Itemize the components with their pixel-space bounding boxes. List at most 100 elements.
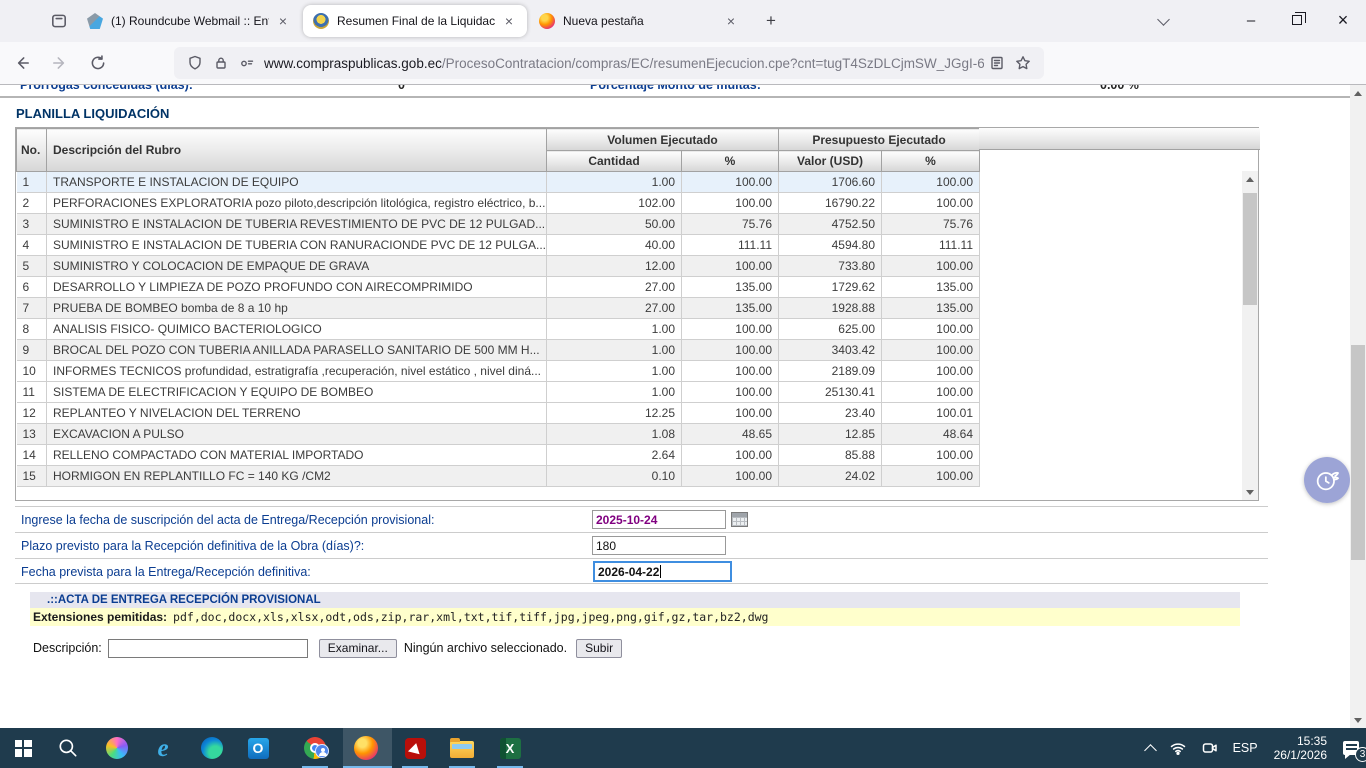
tab-roundcube-webmail[interactable]: (1) Roundcube Webmail :: Entra ×: [77, 5, 301, 37]
cell-no: 4: [17, 235, 47, 256]
column-header-valor: Valor (USD): [779, 151, 882, 172]
tab-resumen-liquidacion[interactable]: Resumen Final de la Liquidación ×: [303, 5, 527, 37]
cell-descripcion: REPLANTEO Y NIVELACION DEL TERRENO: [47, 403, 547, 424]
scroll-up-icon[interactable]: [1242, 171, 1258, 187]
cell-cantidad: 1.00: [547, 382, 682, 403]
subir-button[interactable]: Subir: [576, 639, 622, 658]
tab-nueva-pestana[interactable]: Nueva pestaña ×: [529, 5, 749, 37]
roundcube-icon: [87, 13, 103, 29]
examinar-button[interactable]: Examinar...: [319, 639, 397, 658]
table-row[interactable]: 7 PRUEBA DE BOMBEO bomba de 8 a 10 hp 27…: [17, 298, 980, 319]
tray-clock[interactable]: 15:35 26/1/2026: [1265, 734, 1336, 762]
tray-meet-now-button[interactable]: [1194, 728, 1226, 768]
fecha-definitiva-input[interactable]: 2026-04-22: [593, 561, 732, 582]
taskbar-file-explorer-button[interactable]: [442, 728, 482, 768]
planilla-table: No. Descripción del Rubro Volumen Ejecut…: [15, 127, 1259, 501]
cell-presupuesto-pct: 111.11: [882, 235, 980, 256]
table-row[interactable]: 11 SISTEMA DE ELECTRIFICACION Y EQUIPO D…: [17, 382, 980, 403]
taskbar-copilot-button[interactable]: [97, 728, 137, 768]
reader-mode-icon[interactable]: [984, 51, 1010, 75]
cell-valor-usd: 1706.60: [779, 172, 882, 193]
close-button[interactable]: ×: [1320, 0, 1366, 40]
internet-explorer-icon: e: [157, 736, 168, 761]
reload-button[interactable]: [82, 47, 114, 79]
table-row[interactable]: 5 SUMINISTRO Y COLOCACION DE EMPAQUE DE …: [17, 256, 980, 277]
notification-count-badge: 3: [1355, 747, 1366, 762]
form-row-plazo: Plazo previsto para la Recepción definit…: [15, 532, 1268, 558]
cell-presupuesto-pct: 100.00: [882, 193, 980, 214]
taskbar-acrobat-button[interactable]: [395, 728, 435, 768]
tray-language-indicator[interactable]: ESP: [1226, 728, 1265, 768]
table-row[interactable]: 6 DESARROLLO Y LIMPIEZA DE POZO PROFUNDO…: [17, 277, 980, 298]
calendar-icon[interactable]: [731, 512, 748, 527]
table-row[interactable]: 4 SUMINISTRO E INSTALACION DE TUBERIA CO…: [17, 235, 980, 256]
taskbar-edge-button[interactable]: [192, 728, 232, 768]
restore-icon: [1292, 15, 1302, 25]
floating-clock-widget[interactable]: [1304, 457, 1350, 503]
cell-volumen-pct: 48.65: [682, 424, 779, 445]
descripcion-input[interactable]: [108, 639, 308, 658]
cell-cantidad: 27.00: [547, 277, 682, 298]
forward-button[interactable]: [44, 47, 76, 79]
list-all-tabs-button[interactable]: [1150, 8, 1176, 34]
cell-volumen-pct: 100.00: [682, 340, 779, 361]
cell-valor-usd: 733.80: [779, 256, 882, 277]
fecha-provisional-input[interactable]: [592, 510, 726, 529]
taskbar-chrome-button[interactable]: [295, 728, 335, 768]
permissions-icon[interactable]: [234, 51, 260, 75]
cell-valor-usd: 85.88: [779, 445, 882, 466]
url-bar[interactable]: www.compraspublicas.gob.ec/ProcesoContra…: [174, 47, 1044, 79]
cell-volumen-pct: 111.11: [682, 235, 779, 256]
table-row[interactable]: 13 EXCAVACION A PULSO 1.08 48.65 12.85 4…: [17, 424, 980, 445]
scroll-up-icon[interactable]: [1350, 85, 1366, 101]
taskbar-firefox-button[interactable]: [346, 728, 386, 768]
table-row[interactable]: 10 INFORMES TECNICOS profundidad, estrat…: [17, 361, 980, 382]
table-row[interactable]: 3 SUMINISTRO E INSTALACION DE TUBERIA RE…: [17, 214, 980, 235]
table-row[interactable]: 8 ANALISIS FISICO- QUIMICO BACTERIOLOGIC…: [17, 319, 980, 340]
bookmark-star-icon[interactable]: [1010, 51, 1036, 75]
tab-title: (1) Roundcube Webmail :: Entra: [111, 14, 269, 28]
back-button[interactable]: [6, 47, 38, 79]
table-row[interactable]: 2 PERFORACIONES EXPLORATORIA pozo piloto…: [17, 193, 980, 214]
cell-descripcion: BROCAL DEL POZO CON TUBERIA ANILLADA PAR…: [47, 340, 547, 361]
cell-cantidad: 1.08: [547, 424, 682, 445]
page-scrollbar[interactable]: [1350, 85, 1366, 728]
tracking-shield-icon[interactable]: [182, 51, 208, 75]
cell-no: 5: [17, 256, 47, 277]
taskbar-excel-button[interactable]: X: [490, 728, 530, 768]
taskbar-internet-explorer-button[interactable]: e: [143, 728, 183, 768]
table-scrollbar[interactable]: [1242, 171, 1258, 500]
start-button[interactable]: [3, 728, 43, 768]
cell-valor-usd: 24.02: [779, 466, 882, 487]
restore-button[interactable]: [1274, 0, 1320, 40]
firefox-view-button[interactable]: [42, 6, 76, 36]
tab-close-icon[interactable]: ×: [499, 11, 519, 31]
plazo-input[interactable]: [592, 536, 726, 555]
acta-section-header: .::ACTA DE ENTREGA RECEPCIÓN PROVISIONAL: [30, 592, 1240, 608]
new-tab-button[interactable]: +: [758, 8, 784, 34]
browser-tab-bar: (1) Roundcube Webmail :: Entra × Resumen…: [0, 0, 1366, 42]
table-row[interactable]: 9 BROCAL DEL POZO CON TUBERIA ANILLADA P…: [17, 340, 980, 361]
notification-center-button[interactable]: 3: [1336, 728, 1366, 768]
lock-icon[interactable]: [208, 51, 234, 75]
page-scrollbar-thumb[interactable]: [1351, 345, 1365, 560]
table-row[interactable]: 15 HORMIGON EN REPLANTILLO FC = 140 KG /…: [17, 466, 980, 487]
table-scrollbar-thumb[interactable]: [1243, 193, 1257, 305]
table-row[interactable]: 14 RELLENO COMPACTADO CON MATERIAL IMPOR…: [17, 445, 980, 466]
divider: [0, 96, 1350, 98]
table-row[interactable]: 12 REPLANTEO Y NIVELACION DEL TERRENO 12…: [17, 403, 980, 424]
tray-wifi-button[interactable]: [1162, 728, 1194, 768]
scroll-down-icon[interactable]: [1350, 712, 1366, 728]
minimize-button[interactable]: –: [1228, 0, 1274, 40]
cell-valor-usd: 625.00: [779, 319, 882, 340]
tab-close-icon[interactable]: ×: [721, 11, 741, 31]
url-text: www.compraspublicas.gob.ec/ProcesoContra…: [264, 56, 984, 71]
taskbar-outlook-button[interactable]: O: [238, 728, 278, 768]
tray-expand-button[interactable]: [1139, 728, 1162, 768]
column-group-presupuesto: Presupuesto Ejecutado: [779, 129, 980, 151]
prorrogas-label: Prorrogas concedidas (días):: [20, 85, 193, 92]
scroll-down-icon[interactable]: [1242, 484, 1258, 500]
table-row[interactable]: 1 TRANSPORTE E INSTALACION DE EQUIPO 1.0…: [17, 172, 980, 193]
tab-close-icon[interactable]: ×: [273, 11, 293, 31]
taskbar-search-button[interactable]: [48, 728, 88, 768]
